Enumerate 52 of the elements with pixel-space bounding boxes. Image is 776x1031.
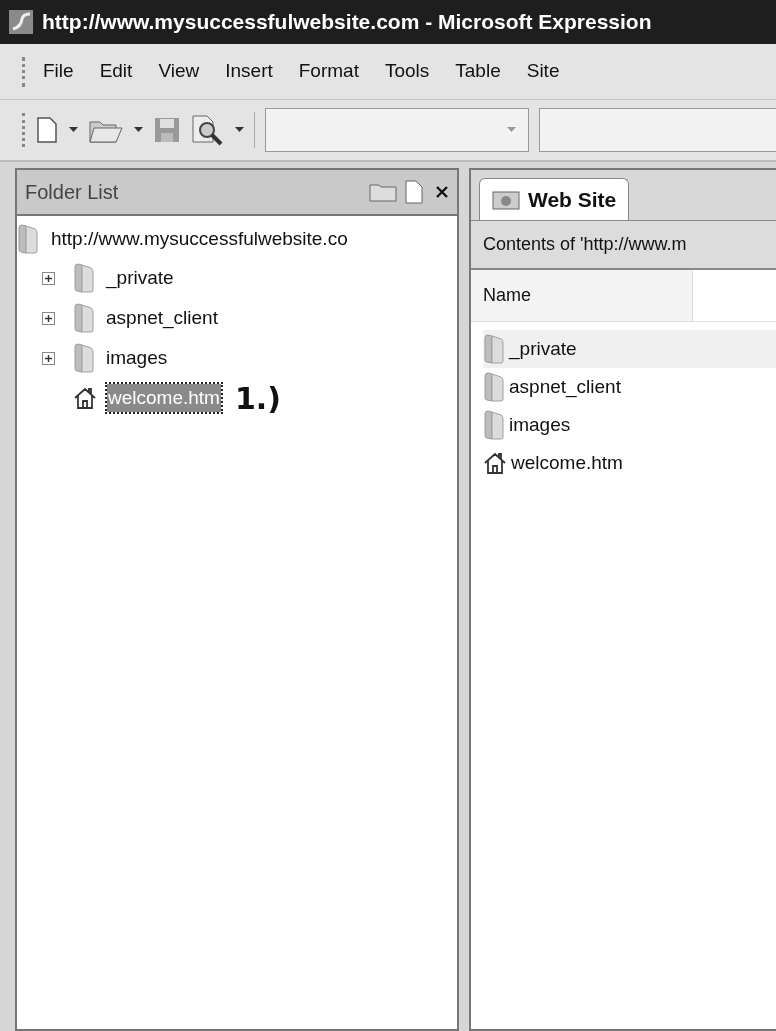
- file-row[interactable]: _private: [483, 330, 776, 368]
- tree-item[interactable]: _private: [105, 263, 175, 293]
- website-icon: [492, 189, 520, 210]
- menu-item[interactable]: Table: [455, 57, 501, 86]
- step-annotation: 1.): [234, 379, 281, 418]
- grip-icon: [22, 56, 25, 87]
- tab[interactable]: Web Site: [479, 178, 630, 220]
- tree-item[interactable]: images: [105, 343, 169, 373]
- dropdown-arrow-icon[interactable]: [134, 127, 143, 133]
- new-page-icon[interactable]: [405, 180, 423, 204]
- file-name: aspnet_client: [509, 374, 621, 400]
- menu-item[interactable]: View: [158, 57, 200, 86]
- file-name: _private: [509, 336, 577, 362]
- contents-caption: Contents of 'http://www.m: [483, 233, 687, 256]
- panel-title: Folder List: [25, 180, 120, 205]
- folder-icon: [17, 224, 39, 254]
- file-name: images: [509, 412, 571, 437]
- column-header[interactable]: Name: [471, 270, 693, 321]
- file-name: welcome.htm: [511, 450, 623, 475]
- home-icon: [73, 386, 97, 410]
- menu-item[interactable]: Edit: [99, 57, 133, 86]
- file-row[interactable]: welcome.htm: [483, 444, 776, 482]
- window-title: http://www.mysuccessfulwebsite.com - Microsoft Expression: [42, 9, 652, 36]
- tree-item[interactable]: http://www.mysuccessfulwebsite.co: [51, 224, 348, 254]
- menu-item[interactable]: Tools: [384, 57, 430, 86]
- dropdown-arrow-icon[interactable]: [235, 127, 244, 133]
- home-icon: [483, 451, 507, 475]
- file-row[interactable]: images: [483, 406, 776, 444]
- menu-item[interactable]: Site: [526, 57, 560, 86]
- style-dropdown[interactable]: [265, 108, 529, 152]
- new-page-icon[interactable]: [35, 116, 59, 144]
- expand-icon[interactable]: [42, 271, 55, 285]
- folder-icon: [73, 263, 95, 293]
- expand-icon[interactable]: [42, 311, 55, 325]
- folder-icon: [73, 343, 95, 373]
- close-icon[interactable]: [435, 185, 449, 199]
- preview-icon[interactable]: [191, 114, 225, 146]
- menu-item[interactable]: Insert: [225, 57, 273, 86]
- app-logo-icon: [8, 9, 34, 35]
- dropdown-arrow-icon[interactable]: [69, 127, 78, 133]
- file-row[interactable]: aspnet_client: [483, 368, 776, 406]
- menu-item[interactable]: Format: [298, 57, 359, 86]
- folder-icon: [483, 372, 505, 402]
- folder-icon: [483, 410, 505, 440]
- folder-icon: [483, 334, 505, 364]
- grip-icon: [22, 113, 25, 147]
- menu-item[interactable]: File: [43, 57, 74, 86]
- tree-item[interactable]: aspnet_client: [105, 303, 219, 333]
- font-dropdown[interactable]: [539, 108, 776, 152]
- expand-icon[interactable]: [42, 351, 55, 365]
- folder-icon: [73, 303, 95, 333]
- dropdown-arrow-icon: [507, 127, 516, 133]
